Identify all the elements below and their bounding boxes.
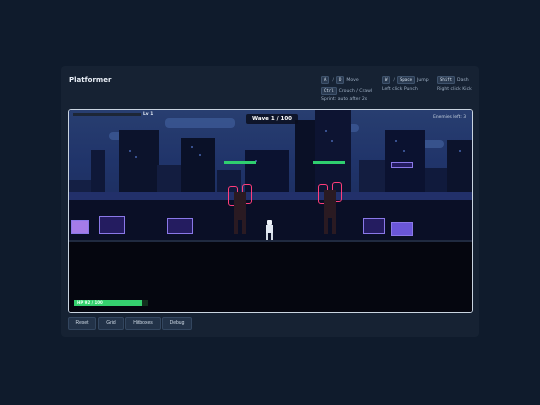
enemy[interactable] xyxy=(225,184,255,240)
debug-button[interactable]: Debug xyxy=(162,317,192,330)
window xyxy=(129,150,131,152)
player-leg xyxy=(271,233,273,240)
enemy-leg xyxy=(242,220,246,234)
storefront xyxy=(167,218,193,234)
grid-button[interactable]: Grid xyxy=(98,317,124,330)
crouch-label: Crouch / Crawl xyxy=(338,89,373,94)
window xyxy=(459,150,461,152)
storefront xyxy=(99,216,125,234)
controls-crouch: Ctrl Crouch / Crawl xyxy=(321,87,372,95)
level-label: Lv 1 xyxy=(143,112,154,117)
enemy-body xyxy=(234,192,246,220)
key-w: W xyxy=(382,76,391,84)
player-leg xyxy=(266,233,268,240)
midground-band xyxy=(69,192,472,200)
enemy-leg xyxy=(234,220,238,234)
controls-kick: Right click Kick xyxy=(437,87,472,92)
controls-dash: Shift Dash xyxy=(437,76,469,84)
window xyxy=(135,156,137,158)
key-a: A xyxy=(321,76,330,84)
window xyxy=(191,146,193,148)
neon-sign xyxy=(391,222,413,236)
enemies-left: Enemies left: 3 xyxy=(433,115,466,120)
enemy[interactable] xyxy=(315,182,345,240)
key-ctrl: Ctrl xyxy=(321,87,337,95)
enemy-leg xyxy=(332,218,336,234)
player-torso xyxy=(266,225,273,233)
neon-sign xyxy=(391,162,413,168)
key-space: Space xyxy=(396,76,416,84)
enemy-body xyxy=(324,190,336,218)
reset-button[interactable]: Reset xyxy=(68,317,96,330)
move-label: Move xyxy=(346,78,359,83)
player-health-bar: HP 92 / 100 xyxy=(74,300,148,306)
player-character[interactable] xyxy=(266,220,273,240)
game-panel: Platformer A / D Move W / Space Jump Shift Dash… xyxy=(61,66,479,337)
jump-label: Jump xyxy=(417,78,429,83)
window xyxy=(395,140,397,142)
storefront xyxy=(363,218,385,234)
cloud xyxy=(165,118,235,128)
enemy-leg xyxy=(324,218,328,234)
enemy-health-bar xyxy=(313,161,345,164)
key-shift: Shift xyxy=(437,76,456,84)
wave-counter: Wave 1 / 100 xyxy=(246,114,298,124)
enemy-health-bar xyxy=(224,161,256,164)
dash-label: Dash xyxy=(457,78,469,83)
window xyxy=(403,150,405,152)
neon-sign xyxy=(71,220,89,234)
hitboxes-button[interactable]: Hitboxes xyxy=(125,317,161,330)
controls-punch: Left click Punch xyxy=(382,87,418,92)
controls-move: A / D Move xyxy=(321,76,359,84)
window xyxy=(325,130,327,132)
ground-line xyxy=(69,240,472,242)
key-d: D xyxy=(335,76,345,84)
game-canvas[interactable]: Lv 1 Wave 1 / 100 Enemies left: 3 HP 92 … xyxy=(68,109,473,313)
controls-jump: W / Space Jump xyxy=(382,76,429,84)
window xyxy=(199,154,201,156)
player-health-text: HP 92 / 100 xyxy=(77,300,103,305)
xp-bar xyxy=(73,113,141,116)
window xyxy=(331,140,333,142)
controls-sprint: Sprint: auto after 2s xyxy=(321,97,368,102)
game-title: Platformer xyxy=(69,76,112,84)
